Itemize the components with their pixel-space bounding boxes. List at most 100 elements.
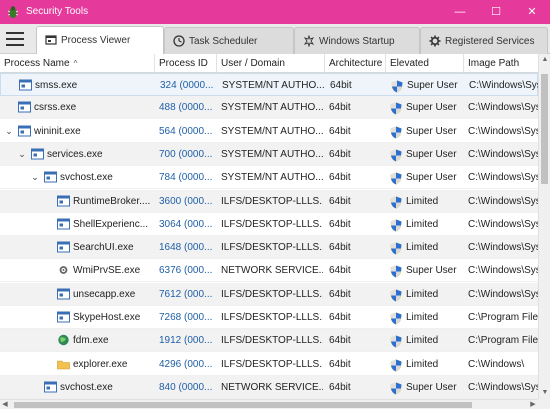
process-id: 564 (0000... [159,125,213,137]
image-path: C:\Windows\Sys [468,288,538,300]
architecture: 64bit [329,218,351,230]
title-bar: Security Tools — ☐ ✕ [0,0,550,24]
elevated-status: Super User [406,125,457,137]
vertical-scroll-thumb[interactable] [541,74,548,184]
expand-chevron-icon [30,376,40,399]
image-path: C:\Windows\Sys [468,172,538,184]
elevated-cell: Super User [388,120,464,143]
tab-process-viewer[interactable]: Process Viewer [36,26,164,55]
column-header-elevated[interactable]: Elevated [386,54,464,73]
user-domain: ILFS/DESKTOP-LLLS... [221,242,323,254]
user-domain: ILFS/DESKTOP-LLLS... [221,288,323,300]
table-row[interactable]: csrss.exe 488 (0000... SYSTEM/NT AUTHO... 6… [0,96,538,120]
expand-chevron-icon [43,213,53,236]
image-path: C:\Windows\Sys [468,125,538,137]
clock-icon [173,35,185,47]
elevated-status: Super User [406,265,457,277]
user-domain: SYSTEM/NT AUTHO... [222,80,324,91]
elevated-status: Limited [406,218,439,230]
uac-shield-icon [390,264,402,278]
scroll-left-icon[interactable]: ◀ [0,400,10,409]
tab-label: Registered Services [445,36,535,47]
process-name: explorer.exe [73,358,128,370]
minimize-button[interactable]: — [442,0,478,24]
maximize-button[interactable]: ☐ [478,0,514,24]
column-header: Process Name ^ Process ID User / Domain A… [0,54,538,73]
uac-shield-icon [390,101,402,115]
process-name: unsecapp.exe [73,288,136,300]
window-icon [31,148,44,160]
user-domain: ILFS/DESKTOP-LLLS... [221,195,323,207]
architecture: 64bit [329,381,351,393]
table-row[interactable]: ⌄ services.exe 700 (0000... SYSTEM/NT AUTHO… [0,142,538,166]
expand-chevron-icon[interactable]: ⌄ [30,166,40,189]
architecture: 64bit [329,148,351,160]
user-domain: SYSTEM/NT AUTHO... [221,102,323,114]
process-id: 7268 (000... [159,312,213,323]
elevated-status: Super User [406,381,457,393]
table-row[interactable]: ShellExperienc... 3064 (000... ILFS/DESKTO… [0,213,538,236]
window-icon [18,101,31,113]
image-path: C:\Windows\Sys [468,102,538,114]
table-row[interactable]: ⌄ wininit.exe 564 (0000... SYSTEM/NT AUTHO.… [0,120,538,143]
table-row[interactable]: unsecapp.exe 7612 (000... ILFS/DESKTOP-LLL… [0,282,538,306]
tab-task-scheduler[interactable]: Task Scheduler [164,27,294,54]
table-row[interactable]: explorer.exe 4296 (000... ILFS/DESKTOP-LLL… [0,353,538,376]
expand-chevron-icon [43,329,53,352]
column-header-image-path[interactable]: Image Path [464,54,538,73]
expand-chevron-icon[interactable]: ⌄ [4,120,14,143]
window-title: Security Tools [26,6,89,17]
table-row[interactable]: SearchUI.exe 1648 (000... ILFS/DESKTOP-LLL… [0,236,538,260]
process-id: 488 (0000... [159,102,213,114]
table-row[interactable]: smss.exe 324 (0000... SYSTEM/NT AUTHO... 64… [0,73,538,96]
uac-shield-icon [390,311,402,325]
image-path: C:\Windows\Sys [468,381,538,393]
table-row[interactable]: WmiPrvSE.exe 6376 (000... NETWORK SERVICE.… [0,259,538,283]
image-path: C:\Windows\Sys [468,195,538,207]
expand-chevron-icon[interactable]: ⌄ [17,143,27,166]
expand-chevron-icon [43,190,53,213]
horizontal-scroll-thumb[interactable] [14,402,472,408]
process-id: 3064 (000... [159,218,213,230]
hamburger-menu-icon[interactable] [6,32,24,46]
horizontal-scrollbar[interactable]: ◀ ▶ [0,399,538,409]
window-icon [57,195,70,207]
expand-chevron-icon [43,306,53,329]
architecture: 64bit [330,80,352,91]
scroll-down-icon[interactable]: ▼ [539,387,550,399]
expand-chevron-icon [43,353,53,376]
user-domain: SYSTEM/NT AUTHO... [221,148,323,160]
uac-shield-icon [390,241,402,255]
elevated-cell: Limited [388,329,464,352]
process-id: 6376 (000... [159,265,213,277]
scroll-up-icon[interactable]: ▲ [539,54,550,66]
expand-chevron-icon [43,259,53,282]
vertical-scrollbar[interactable]: ▲ ▼ [538,54,550,399]
table-row[interactable]: SkypeHost.exe 7268 (000... ILFS/DESKTOP-LL… [0,306,538,329]
process-name: wininit.exe [34,125,81,137]
elevated-cell: Limited [388,353,464,376]
table-row[interactable]: svchost.exe 840 (0000... NETWORK SERVICE..… [0,375,538,399]
column-header-process-id[interactable]: Process ID [155,54,217,73]
image-path: C:\Windows\Sys [468,148,538,160]
scroll-right-icon[interactable]: ▶ [528,400,538,409]
close-button[interactable]: ✕ [514,0,550,24]
tab-registered-services[interactable]: Registered Services [420,27,548,54]
process-id: 700 (0000... [159,148,213,160]
tab-windows-startup[interactable]: Windows Startup [294,27,420,54]
column-header-process-name[interactable]: Process Name ^ [0,54,155,73]
table-row[interactable]: RuntimeBroker.... 3600 (000... ILFS/DESKTO… [0,189,538,213]
image-path: C:\Windows\Sys [468,242,538,254]
scrollbar-corner [538,399,550,409]
architecture: 64bit [329,102,351,114]
table-row[interactable]: fdm.exe 1912 (000... ILFS/DESKTOP-LLLS... 6… [0,329,538,353]
column-header-architecture[interactable]: Architecture [325,54,386,73]
uac-shield-icon [390,381,402,395]
process-name: WmiPrvSE.exe [73,265,141,277]
column-header-user-domain[interactable]: User / Domain [217,54,325,73]
expand-chevron-icon [4,96,14,119]
table-row[interactable]: ⌄ svchost.exe 784 (0000... SYSTEM/NT AUTHO.… [0,166,538,190]
process-icon [45,35,57,45]
process-name: smss.exe [35,80,78,91]
architecture: 64bit [329,335,351,347]
